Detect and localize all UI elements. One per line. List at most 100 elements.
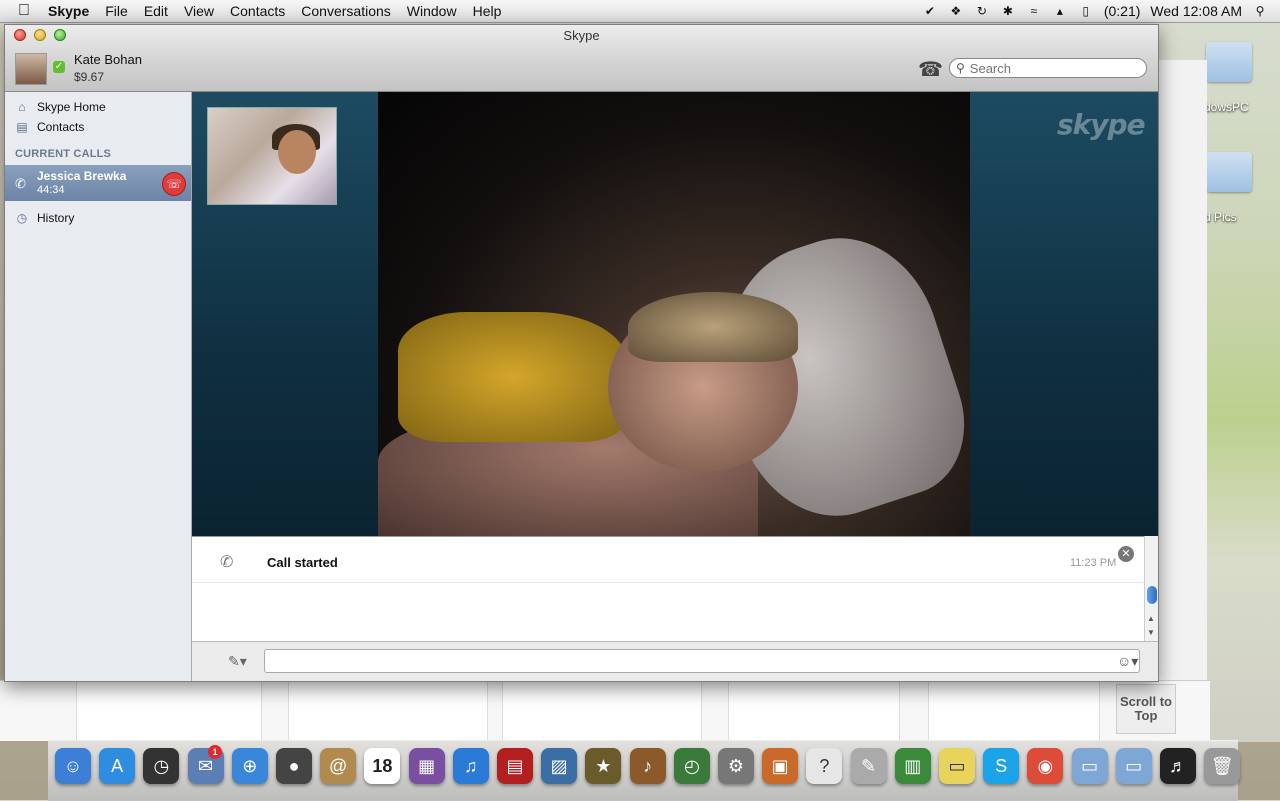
dock-music-icon[interactable]: ♬ xyxy=(1160,748,1196,784)
time-machine-icon[interactable]: ↻ xyxy=(974,4,990,18)
account-name[interactable]: Kate Bohan xyxy=(74,52,142,67)
window-titlebar: Skype ✓ Kate Bohan $9.67 ☎ ⚲ xyxy=(5,25,1158,92)
video-content xyxy=(278,130,316,174)
menu-contacts[interactable]: Contacts xyxy=(222,3,293,19)
dock-keynote-icon[interactable]: ▣ xyxy=(762,748,799,784)
menu-window[interactable]: Window xyxy=(399,3,465,19)
avatar[interactable] xyxy=(15,53,47,85)
call-event-time: 11:23 PM xyxy=(1070,557,1117,569)
dropbox-icon[interactable]: ❖ xyxy=(948,4,964,18)
dock-dashboard-icon[interactable]: ◷ xyxy=(143,748,180,784)
product-tile[interactable] xyxy=(502,681,702,741)
current-calls-heading: CURRENT CALLS xyxy=(15,148,112,160)
online-status-icon[interactable]: ✓ xyxy=(53,61,65,73)
dock-skype-icon[interactable]: S xyxy=(983,748,1020,784)
dock-help-icon[interactable]: ? xyxy=(806,748,843,784)
dock-facetime-icon[interactable]: ● xyxy=(276,748,312,784)
self-video-preview[interactable] xyxy=(207,107,337,205)
call-icon: ✆ xyxy=(15,176,26,191)
mail-badge: 1 xyxy=(208,745,222,759)
call-event-text: Call started xyxy=(267,555,338,570)
chat-scrollbar[interactable]: ▲ ▼ xyxy=(1144,536,1158,641)
product-tile[interactable] xyxy=(928,681,1100,741)
window-title: Skype xyxy=(563,28,600,43)
scroll-up-icon[interactable]: ▲ xyxy=(1147,614,1155,623)
dock-system-preferences-icon[interactable]: ⚙ xyxy=(718,748,754,784)
dock-applications-icon[interactable]: ▭ xyxy=(1071,748,1108,784)
dock-front-row-icon[interactable]: ▤ xyxy=(497,748,533,784)
sidebar-item-label: Contacts xyxy=(37,120,85,134)
product-tile[interactable] xyxy=(76,681,262,741)
menu-view[interactable]: View xyxy=(176,3,222,19)
current-call-item[interactable]: ✆ Jessica Brewka 44:34 ☏ xyxy=(5,165,191,201)
menu-help[interactable]: Help xyxy=(465,3,510,19)
menu-file[interactable]: File xyxy=(97,3,136,19)
dock-photo-booth-icon[interactable]: ▦ xyxy=(408,748,445,784)
chat-bubble-icon[interactable]: ✎▾ xyxy=(228,653,247,670)
dock-script-editor-icon[interactable]: ✎ xyxy=(850,748,887,784)
dock-safari-icon[interactable]: ⊕ xyxy=(231,748,268,784)
scroll-thumb[interactable] xyxy=(1147,586,1157,604)
sidebar-item-skype-home[interactable]: ⌂ Skype Home xyxy=(5,97,191,117)
menu-conversations[interactable]: Conversations xyxy=(293,3,399,19)
spotlight-icon[interactable]: ⚲ xyxy=(1252,4,1268,18)
scroll-to-top-button[interactable]: Scroll to Top xyxy=(1116,684,1176,734)
desktop-folder-icon[interactable] xyxy=(1206,42,1252,82)
skype-window: Skype ✓ Kate Bohan $9.67 ☎ ⚲ ⌂ Skype Hom… xyxy=(4,24,1159,682)
skype-credit: $9.67 xyxy=(74,70,105,84)
desktop-folder-icon[interactable] xyxy=(1206,152,1252,192)
clock[interactable]: Wed 12:08 AM xyxy=(1150,3,1242,19)
volume-icon[interactable]: ▴ xyxy=(1052,4,1068,18)
battery-time[interactable]: (0:21) xyxy=(1104,3,1141,19)
menu-app-name[interactable]: Skype xyxy=(40,3,97,19)
dock-trash-icon[interactable]: 🗑 xyxy=(1204,748,1241,784)
dock-ical-icon[interactable]: 18 xyxy=(364,748,401,784)
hang-up-button[interactable]: ☏ xyxy=(162,172,186,196)
dock-finder-icon[interactable]: ☺ xyxy=(55,748,91,784)
product-tile[interactable] xyxy=(728,681,900,741)
search-input[interactable] xyxy=(967,59,1142,77)
apple-menu-icon[interactable]:  xyxy=(18,2,40,20)
desktop-folder-label: d Pics xyxy=(1204,210,1237,224)
dial-pad-icon[interactable]: ☎ xyxy=(918,57,943,82)
dock-chrome-icon[interactable]: ◉ xyxy=(1027,748,1064,784)
sidebar-item-label: History xyxy=(37,211,75,225)
bluetooth-icon[interactable]: ✱ xyxy=(1000,4,1016,18)
search-box[interactable]: ⚲ xyxy=(949,58,1147,78)
video-content xyxy=(628,292,798,362)
contacts-icon: ▤ xyxy=(16,120,28,134)
dock-stickies-icon[interactable]: ▭ xyxy=(939,748,975,784)
dock-app-store-icon[interactable]: A xyxy=(99,748,136,784)
menu-edit[interactable]: Edit xyxy=(136,3,176,19)
menu-bar:  Skype File Edit View Contacts Conversa… xyxy=(0,0,1280,23)
wifi-icon[interactable]: ≈ xyxy=(1026,4,1042,18)
skype-logo: skype xyxy=(1057,108,1146,141)
background-product-shelf xyxy=(0,680,1210,741)
dock-numbers-icon[interactable]: ▥ xyxy=(894,748,931,784)
divider xyxy=(192,582,1144,583)
skype-tray-icon[interactable]: ✔ xyxy=(922,4,938,18)
call-duration: 44:34 xyxy=(37,184,65,196)
battery-icon[interactable]: ▯ xyxy=(1078,4,1094,18)
emoticon-icon[interactable]: ☺▾ xyxy=(1117,653,1138,670)
scroll-down-icon[interactable]: ▼ xyxy=(1147,628,1155,637)
dock-itunes-icon[interactable]: ♫ xyxy=(452,748,489,784)
dock-address-book-icon[interactable]: @ xyxy=(320,748,357,784)
dock-garageband-icon[interactable]: ♪ xyxy=(629,748,666,784)
dock-iphoto-icon[interactable]: ▨ xyxy=(541,748,578,784)
conversation-log: ✆ Call started 11:23 PM ✕ xyxy=(192,536,1144,642)
message-compose-bar: ✎▾ ☺▾ xyxy=(192,641,1158,681)
dock-documents-icon[interactable]: ▭ xyxy=(1115,748,1152,784)
dock-time-machine-icon[interactable]: ◴ xyxy=(673,748,710,784)
product-tile[interactable] xyxy=(288,681,488,741)
dock-imovie-icon[interactable]: ★ xyxy=(585,748,622,784)
close-icon[interactable]: ✕ xyxy=(1118,546,1134,562)
sidebar-item-label: Skype Home xyxy=(37,100,106,114)
sidebar-item-contacts[interactable]: ▤ Contacts xyxy=(5,117,191,137)
remote-video-feed xyxy=(378,92,985,540)
sidebar-item-history[interactable]: ◷ History xyxy=(5,208,191,228)
video-content xyxy=(398,312,628,442)
sidebar: ⌂ Skype Home ▤ Contacts CURRENT CALLS ✆ … xyxy=(5,92,192,681)
message-input[interactable] xyxy=(264,649,1140,673)
video-call-area[interactable]: skype xyxy=(192,92,1158,540)
